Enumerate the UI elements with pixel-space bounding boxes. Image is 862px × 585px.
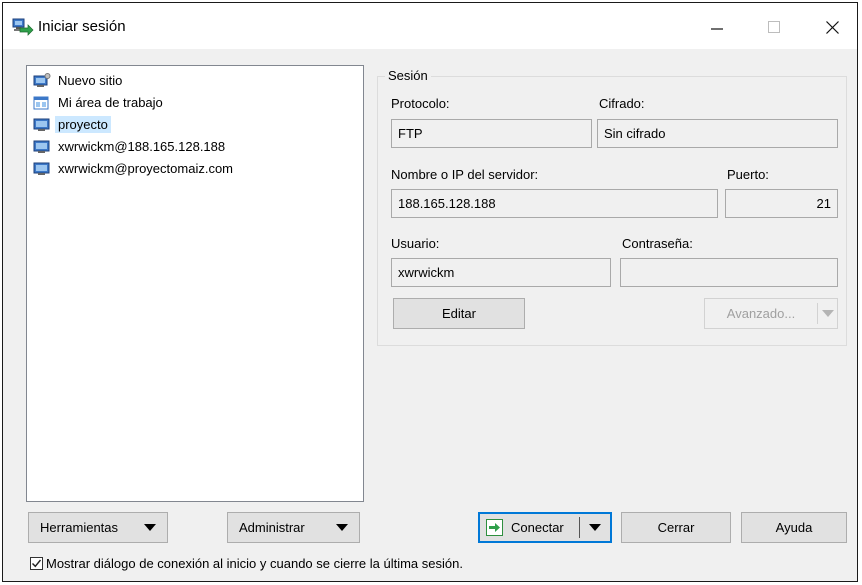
tools-button[interactable]: Herramientas [28,512,168,543]
edit-button-label: Editar [442,306,476,321]
show-dialog-checkbox[interactable] [30,557,43,570]
protocol-select[interactable]: FTP [391,119,592,148]
tree-item-label: proyecto [55,116,111,133]
password-input[interactable] [620,258,838,287]
minimize-icon [711,28,723,30]
minimize-button[interactable] [695,11,739,43]
chevron-down-icon [336,524,348,531]
password-label: Contraseña: [622,236,693,251]
chevron-down-icon [818,310,837,317]
connect-button[interactable]: Conectar [478,512,612,543]
tree-item-new-site[interactable]: Nuevo sitio [33,71,125,90]
encryption-select[interactable]: Sin cifrado [597,119,838,148]
help-button[interactable]: Ayuda [741,512,847,543]
connect-icon [486,519,503,536]
connect-button-label: Conectar [511,520,564,535]
maximize-button[interactable] [752,11,796,43]
title-bar[interactable]: Iniciar sesión [3,3,857,49]
close-icon [825,20,839,34]
port-label: Puerto: [727,167,769,182]
site-tree[interactable]: Nuevo sitio Mi área de trabajo proyecto … [26,65,364,502]
advanced-button[interactable]: Avanzado... [704,298,838,329]
host-input[interactable]: 188.165.128.188 [391,189,718,218]
port-input[interactable]: 21 [725,189,838,218]
new-site-icon [33,72,51,89]
close-button-label: Cerrar [657,520,695,535]
advanced-button-label: Avanzado... [726,306,796,321]
tree-item-proyecto[interactable]: proyecto [33,115,111,134]
user-input[interactable]: xwrwickm [391,258,611,287]
tree-item-label: Mi área de trabajo [58,95,163,110]
tree-item-label: Nuevo sitio [58,73,123,88]
host-label: Nombre o IP del servidor: [391,167,539,182]
user-label: Usuario: [391,236,440,251]
tools-button-label: Herramientas [40,520,119,535]
workspace-icon [33,95,51,111]
tree-item-label: xwrwickm@188.165.128.188 [58,139,226,154]
session-group-label: Sesión [385,67,431,85]
encryption-label: Cifrado: [599,96,645,111]
close-window-button[interactable] [810,11,854,43]
edit-button[interactable]: Editar [393,298,525,329]
tree-item-ip-site[interactable]: xwrwickm@188.165.128.188 [33,137,228,156]
checkmark-icon [32,559,42,568]
window-title: Iniciar sesión [38,18,126,35]
winscp-app-icon [12,17,34,37]
tree-item-workspace[interactable]: Mi área de trabajo [33,93,166,112]
manage-button-label: Administrar [239,520,305,535]
login-window: Iniciar sesión Nuevo sitio Mi área de tr… [2,2,858,582]
tree-item-domain-site[interactable]: xwrwickm@proyectomaiz.com [33,159,236,178]
maximize-icon [768,21,780,33]
chevron-down-icon [580,524,610,531]
show-dialog-option[interactable]: Mostrar diálogo de conexión al inicio y … [30,556,463,571]
monitor-icon [33,117,51,133]
help-button-label: Ayuda [775,520,813,535]
monitor-icon [33,161,51,177]
close-button[interactable]: Cerrar [621,512,731,543]
tree-item-label: xwrwickm@proyectomaiz.com [58,161,233,176]
monitor-icon [33,139,51,155]
protocol-label: Protocolo: [391,96,450,111]
chevron-down-icon [144,524,156,531]
show-dialog-label: Mostrar diálogo de conexión al inicio y … [46,556,463,571]
manage-button[interactable]: Administrar [227,512,360,543]
